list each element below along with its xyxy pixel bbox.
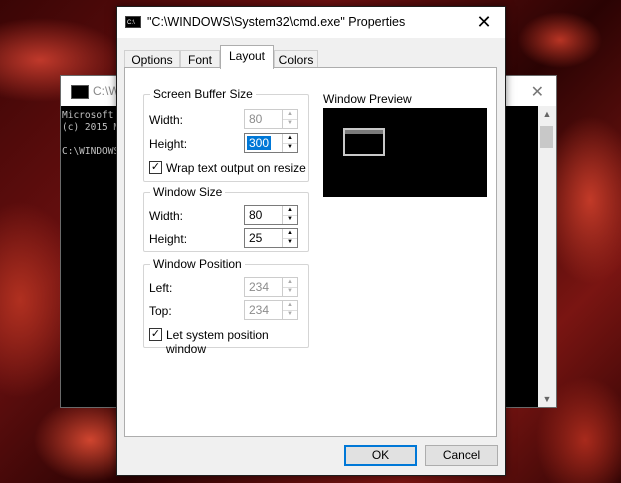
dialog-titlebar[interactable]: C:\ "C:\WINDOWS\System32\cmd.exe" Proper… xyxy=(117,7,505,38)
window-position-group: Window Position Left: 234 ▲ ▼ Top: 234 ▲ ▼… xyxy=(143,257,309,356)
window-size-group: Window Size Width: 80 ▲ ▼ Height: 25 ▲ ▼ xyxy=(143,185,309,252)
screen-buffer-legend: Screen Buffer Size xyxy=(150,87,256,101)
tab-font[interactable]: Font xyxy=(180,50,220,68)
wrap-text-label[interactable]: Wrap text output on resize xyxy=(166,161,306,175)
window-preview xyxy=(323,108,487,197)
cancel-button[interactable]: Cancel xyxy=(425,445,498,466)
preview-label: Window Preview xyxy=(323,92,412,106)
buffer-width-stepper: 80 ▲ ▼ xyxy=(244,109,298,129)
window-width-label: Width: xyxy=(149,209,184,223)
tab-options[interactable]: Options xyxy=(124,50,180,68)
console-line: C:\WINDOWS xyxy=(62,146,120,157)
window-position-legend: Window Position xyxy=(150,257,245,271)
screen-buffer-group: Screen Buffer Size Width: 80 ▲ ▼ Height: … xyxy=(143,87,309,182)
tab-layout[interactable]: Layout xyxy=(220,45,274,69)
buffer-height-value[interactable]: 300 xyxy=(247,136,272,150)
spin-down-icon: ▼ xyxy=(287,311,293,317)
window-width-stepper[interactable]: 80 ▲ ▼ xyxy=(244,205,298,225)
console-line: Microsoft xyxy=(62,110,114,121)
spin-down-icon: ▼ xyxy=(287,120,293,126)
close-icon[interactable]: ✕ xyxy=(463,7,505,38)
buffer-width-label: Width: xyxy=(149,113,184,127)
cmd-icon xyxy=(71,85,89,99)
position-top-label: Top: xyxy=(149,304,172,318)
cmd-icon: C:\ xyxy=(125,16,141,28)
preview-window-titlebar xyxy=(345,130,383,134)
spin-down-icon[interactable]: ▼ xyxy=(283,143,297,152)
console-line: (c) 2015 M xyxy=(62,122,120,133)
spin-down-icon: ▼ xyxy=(287,288,293,294)
window-height-value[interactable]: 25 xyxy=(249,231,262,245)
window-height-label: Height: xyxy=(149,232,188,246)
preview-window-outline xyxy=(343,128,385,156)
console-scrollbar[interactable]: ▲ ▼ xyxy=(538,106,556,407)
position-left-stepper: 234 ▲ ▼ xyxy=(244,277,298,297)
let-system-position-checkbox[interactable]: ✓ xyxy=(149,328,162,341)
wrap-text-checkbox[interactable]: ✓ xyxy=(149,161,162,174)
scroll-thumb[interactable] xyxy=(540,126,553,148)
window-height-stepper[interactable]: 25 ▲ ▼ xyxy=(244,228,298,248)
scroll-up-icon[interactable]: ▲ xyxy=(538,106,556,122)
position-left-value: 234 xyxy=(249,280,270,294)
layout-panel: Screen Buffer Size Width: 80 ▲ ▼ Height: … xyxy=(124,67,497,437)
position-left-label: Left: xyxy=(149,281,173,295)
properties-dialog: C:\ "C:\WINDOWS\System32\cmd.exe" Proper… xyxy=(116,6,506,476)
ok-button[interactable]: OK xyxy=(344,445,417,466)
console-close-icon[interactable]: ✕ xyxy=(531,82,544,102)
buffer-height-label: Height: xyxy=(149,137,188,151)
scroll-down-icon[interactable]: ▼ xyxy=(538,391,556,407)
window-size-legend: Window Size xyxy=(150,185,226,199)
buffer-height-stepper[interactable]: 300 ▲ ▼ xyxy=(244,133,298,153)
spin-down-icon[interactable]: ▼ xyxy=(283,238,297,247)
position-top-value: 234 xyxy=(249,303,270,317)
let-system-position-label[interactable]: Let system position window xyxy=(166,328,308,356)
tab-colors[interactable]: Colors xyxy=(274,50,318,68)
dialog-title: "C:\WINDOWS\System32\cmd.exe" Properties xyxy=(147,15,406,29)
window-width-value[interactable]: 80 xyxy=(249,208,262,222)
buffer-width-value: 80 xyxy=(249,112,263,126)
spin-down-icon[interactable]: ▼ xyxy=(283,215,297,224)
position-top-stepper: 234 ▲ ▼ xyxy=(244,300,298,320)
